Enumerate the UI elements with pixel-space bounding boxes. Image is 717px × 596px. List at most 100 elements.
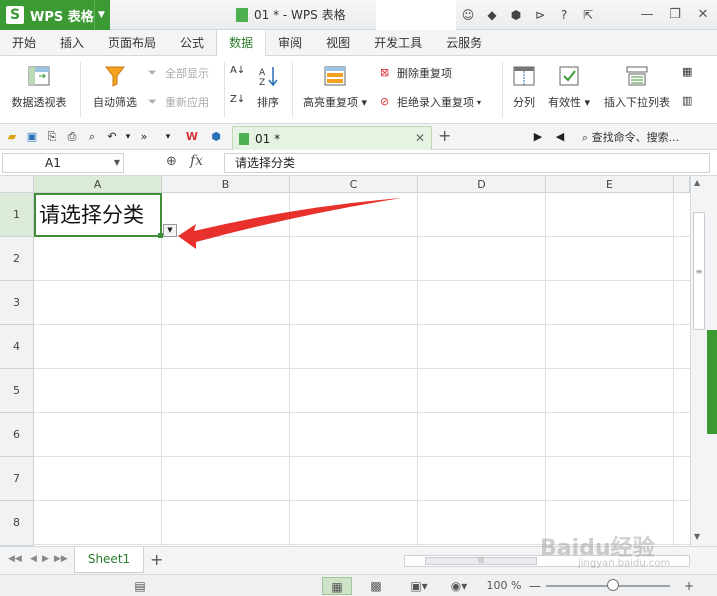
row-header-2[interactable]: 2 (0, 237, 34, 281)
chevron-down-icon[interactable]: ▼ (114, 154, 120, 172)
autofilter-button[interactable]: 自动筛选 (88, 64, 142, 110)
new-tab-icon[interactable]: + (438, 126, 451, 145)
row-header-5[interactable]: 5 (0, 369, 34, 413)
undo-icon[interactable]: ↶ (104, 129, 120, 145)
reject-duplicates-button[interactable]: ⊘ 拒绝录入重复项 ▾ (380, 94, 481, 110)
first-sheet-icon[interactable]: ◀◀ (8, 554, 22, 564)
minimize-ribbon-icon[interactable]: ⇱ (578, 5, 598, 25)
chevron-down-icon[interactable]: ▾ (160, 129, 176, 145)
pivot-table-button[interactable]: 数据透视表 (6, 64, 72, 110)
column-header-c[interactable]: C (290, 176, 418, 193)
cell-a1[interactable]: 请选择分类 (34, 193, 162, 237)
column-header-b[interactable]: B (162, 176, 290, 193)
column-header-a[interactable]: A (34, 176, 162, 193)
feedback-icon[interactable]: ⊳ (530, 5, 550, 25)
chevron-down-icon[interactable]: ▾ (120, 129, 136, 145)
zoom-out-icon[interactable]: — (528, 577, 542, 595)
zoom-in-icon[interactable]: + (682, 577, 696, 595)
highlight-duplicates-button[interactable]: 高亮重复项 ▾ (298, 64, 372, 110)
function-icon[interactable]: fx (190, 153, 203, 169)
chevron-down-icon[interactable]: ▼ (94, 0, 108, 30)
macro-record-icon[interactable]: ▤ (130, 577, 150, 595)
skin-icon[interactable]: ☺ (458, 5, 478, 25)
row-header-3[interactable]: 3 (0, 281, 34, 325)
row-header-6[interactable]: 6 (0, 413, 34, 457)
wps-w-icon[interactable]: W (184, 129, 200, 145)
save-icon[interactable]: ▣ (24, 129, 40, 145)
formula-input[interactable]: 请选择分类 (224, 153, 710, 173)
zoom-formula-icon[interactable]: ⊕ (166, 154, 177, 169)
sort-desc-button[interactable]: Z↓ (230, 94, 245, 108)
column-header-d[interactable]: D (418, 176, 546, 193)
scroll-up-icon[interactable]: ▲ (694, 178, 700, 187)
cube-icon[interactable]: ⬢ (208, 129, 224, 145)
vertical-scrollbar[interactable]: ▲ ≡ ▼ (690, 176, 707, 546)
add-sheet-icon[interactable]: + (150, 550, 163, 569)
tab-home[interactable]: 开始 (0, 30, 48, 56)
sort-asc-button[interactable]: A↓ (230, 65, 245, 79)
cloud-icon[interactable]: ◆ (482, 5, 502, 25)
minimize-icon[interactable]: — (633, 0, 661, 30)
split-column-button[interactable]: 分列 (508, 64, 540, 110)
close-icon[interactable]: ✕ (689, 0, 717, 30)
name-box[interactable]: A1 ▼ (2, 153, 124, 173)
sort-button[interactable]: AZ 排序 (252, 64, 284, 110)
validity-button[interactable]: 有效性 ▾ (544, 64, 594, 110)
tab-developer[interactable]: 开发工具 (362, 30, 434, 56)
help-icon[interactable]: ? (554, 5, 574, 25)
column-header-f[interactable] (674, 176, 690, 193)
spreadsheet-grid[interactable]: A B C D E 1 2 3 4 5 6 7 8 请选择分类 ▼ (0, 176, 690, 546)
eye-protection-icon[interactable]: ◉▾ (444, 577, 474, 595)
vertical-scroll-thumb[interactable]: ≡ (693, 212, 705, 330)
cell-dropdown-button[interactable]: ▼ (163, 224, 177, 237)
normal-view-icon[interactable]: ▦ (322, 577, 352, 595)
tab-page-layout[interactable]: 页面布局 (96, 30, 168, 56)
prev-sheet-icon[interactable]: ◀ (30, 554, 37, 564)
tab-review[interactable]: 审阅 (266, 30, 314, 56)
show-all-label: 全部显示 (165, 67, 209, 80)
page-break-view-icon[interactable]: ▩ (364, 577, 388, 595)
tab-data[interactable]: 数据 (216, 30, 267, 57)
row-header-4[interactable]: 4 (0, 325, 34, 369)
column-header-e[interactable]: E (546, 176, 674, 193)
horizontal-scroll-thumb[interactable]: ||| (425, 557, 537, 565)
tab-insert[interactable]: 插入 (48, 30, 96, 56)
side-panel-toggle[interactable] (707, 330, 717, 434)
ribbon-data: 数据透视表 自动筛选 ⏷ 全部显示 ⏷ 重新应用 A↓ AZ 排序 Z↓ 高亮重复项… (0, 56, 717, 124)
tab-formulas[interactable]: 公式 (168, 30, 216, 56)
svg-text:Z: Z (259, 78, 265, 88)
sheet-tab-sheet1[interactable]: Sheet1 (74, 547, 144, 573)
collapse-icon[interactable]: ◀ (552, 129, 568, 145)
page-layout-view-icon[interactable]: ▣▾ (404, 577, 434, 595)
print-preview-icon[interactable]: ⌕ (84, 129, 100, 145)
tab-cloud-service[interactable]: 云服务 (434, 30, 494, 56)
app-menu-button[interactable]: S WPS 表格 ▼ (0, 0, 110, 30)
scroll-down-icon[interactable]: ▼ (694, 532, 700, 541)
print-icon[interactable]: ⎙ (64, 129, 80, 145)
zoom-slider-knob[interactable] (607, 579, 619, 591)
select-all-corner[interactable] (0, 176, 34, 193)
show-all-button[interactable]: ⏷ 全部显示 (148, 65, 209, 81)
command-search[interactable]: ⌕ 查找命令、搜索... (582, 129, 679, 145)
next-sheet-icon[interactable]: ▶ (42, 554, 49, 564)
presentation-icon[interactable]: ▶ (530, 129, 546, 145)
share-icon[interactable]: ⬢ (506, 5, 526, 25)
remove-duplicates-button[interactable]: ⊠ 删除重复项 (380, 65, 452, 81)
reapply-button[interactable]: ⏷ 重新应用 (148, 94, 209, 110)
more-icon[interactable]: » (136, 129, 152, 145)
record-tool-button[interactable]: ▥ (682, 94, 696, 108)
row-header-1[interactable]: 1 (0, 193, 34, 237)
insert-dropdown-list-button[interactable]: 插入下拉列表 (598, 64, 676, 110)
open-folder-icon[interactable]: ▰ (4, 129, 20, 145)
last-sheet-icon[interactable]: ▶▶ (54, 554, 68, 564)
grid-line (34, 500, 690, 501)
row-header-8[interactable]: 8 (0, 501, 34, 546)
tab-view[interactable]: 视图 (314, 30, 362, 56)
zoom-level[interactable]: 100 % (484, 577, 524, 595)
restore-icon[interactable]: ❐ (661, 0, 689, 30)
export-pdf-icon[interactable]: ⎘ (44, 129, 60, 145)
row-header-7[interactable]: 7 (0, 457, 34, 501)
close-tab-icon[interactable]: ✕ (415, 131, 425, 145)
document-tab[interactable]: 01 * ✕ (232, 126, 432, 150)
table-tool-button[interactable]: ▦ (682, 65, 696, 79)
